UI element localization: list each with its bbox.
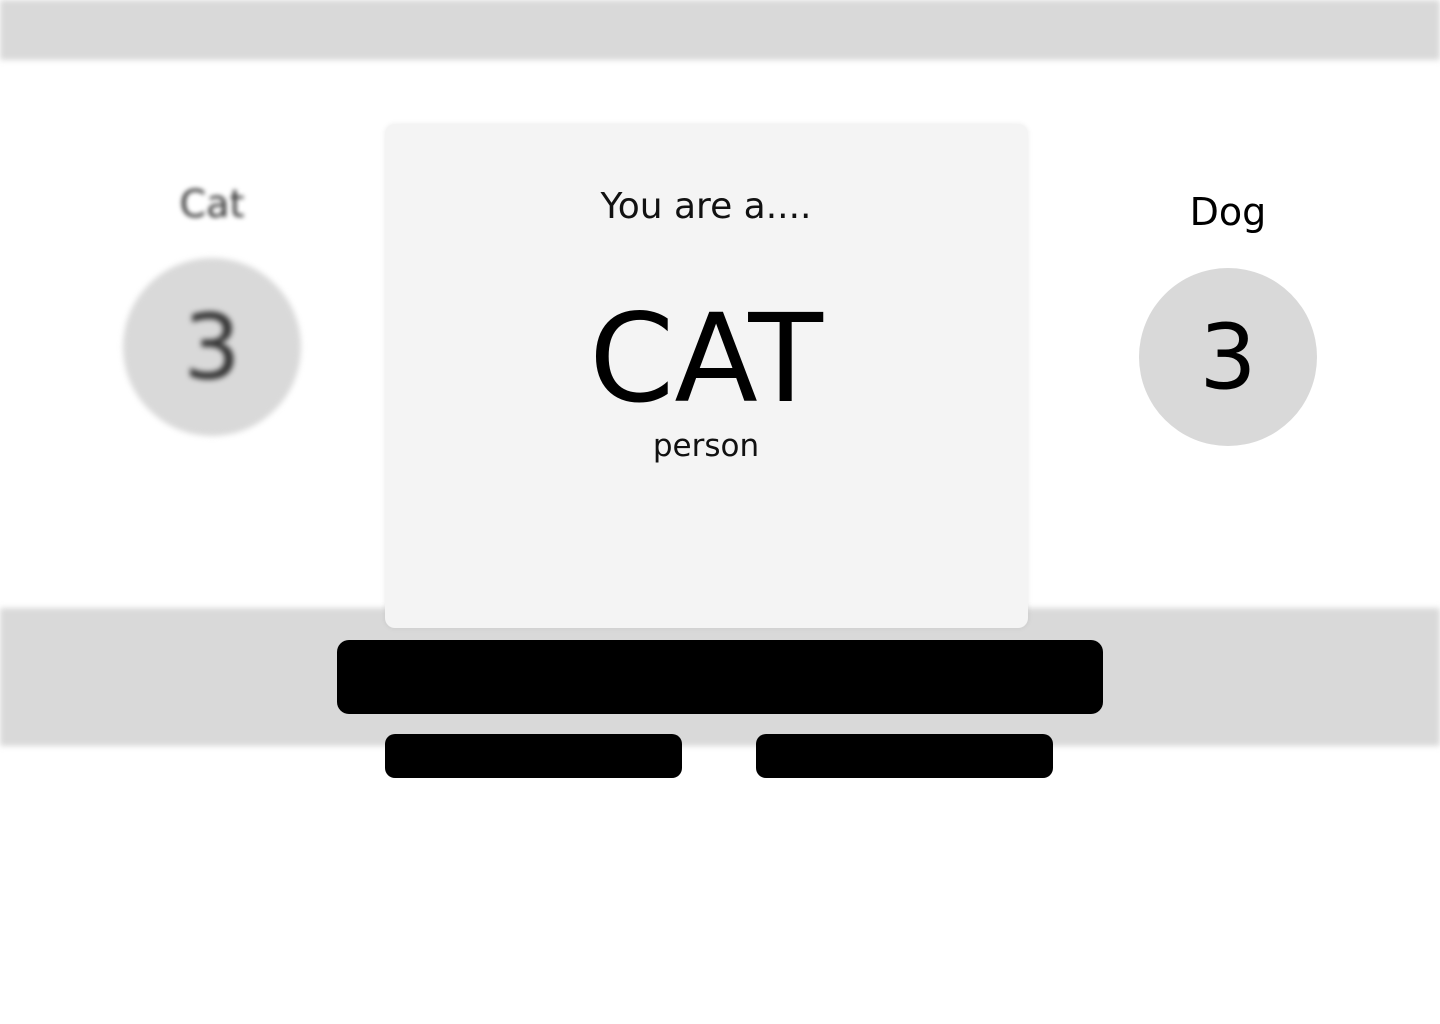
result-title: CAT [589,288,823,430]
quiz-screen: Cat 3 Dog 3 You are a.... CAT person [0,0,1440,1024]
result-subtitle: person [652,428,760,464]
header-bar [0,0,1440,60]
result-heading: You are a.... [600,186,812,227]
primary-action-button[interactable] [337,640,1103,714]
secondary-action-button-right[interactable] [756,734,1053,778]
secondary-action-button-left[interactable] [385,734,682,778]
